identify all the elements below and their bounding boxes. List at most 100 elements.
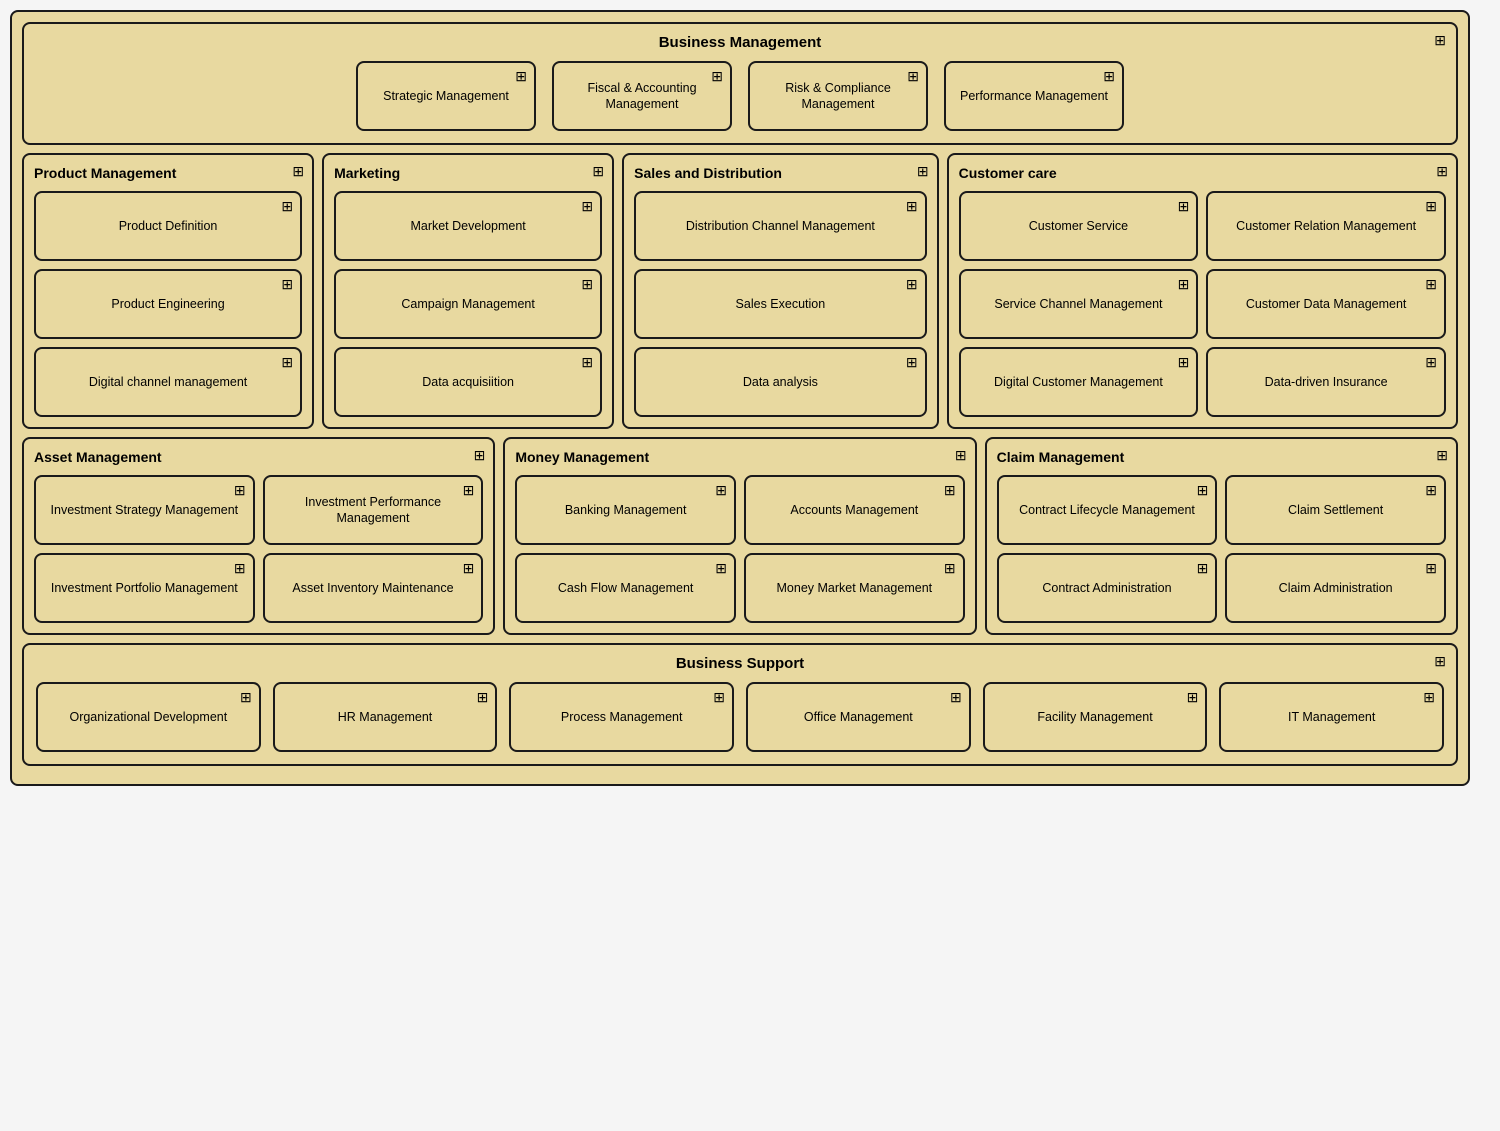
card-icon xyxy=(1103,68,1115,85)
card-icon xyxy=(1423,689,1435,706)
card-service-channel-mgmt[interactable]: Service Channel Management xyxy=(959,269,1199,339)
claim-management-title: Claim Management xyxy=(997,449,1446,465)
card-investment-performance-mgmt[interactable]: Investment Performance Management xyxy=(263,475,484,545)
business-support-title: Business Support xyxy=(36,655,1444,672)
card-investment-portfolio-mgmt[interactable]: Investment Portfolio Management xyxy=(34,553,255,623)
card-it-management[interactable]: IT Management xyxy=(1219,682,1444,752)
card-performance-mgmt[interactable]: Performance Management xyxy=(944,61,1124,131)
asset-management-title: Asset Management xyxy=(34,449,483,465)
card-product-definition[interactable]: Product Definition xyxy=(34,191,302,261)
money-management-title: Money Management xyxy=(515,449,964,465)
card-icon xyxy=(1178,198,1190,215)
card-icon xyxy=(906,354,918,371)
business-management-icon xyxy=(1434,32,1446,49)
card-icon xyxy=(944,560,956,577)
card-icon xyxy=(1197,482,1209,499)
customer-care-cards: Customer Service Customer Relation Manag… xyxy=(959,191,1446,417)
card-strategic-mgmt[interactable]: Strategic Management xyxy=(356,61,536,131)
business-management-title: Business Management xyxy=(36,34,1444,51)
card-money-market-mgmt[interactable]: Money Market Management xyxy=(744,553,965,623)
card-contract-administration[interactable]: Contract Administration xyxy=(997,553,1218,623)
customer-care-section: Customer care Customer Service Customer … xyxy=(947,153,1458,429)
bottom-mid-row: Asset Management Investment Strategy Man… xyxy=(22,437,1458,635)
money-mgmt-icon xyxy=(955,447,967,464)
card-icon xyxy=(234,482,246,499)
card-icon xyxy=(907,68,919,85)
business-support-section: Business Support Organizational Developm… xyxy=(22,643,1458,766)
card-icon xyxy=(463,560,475,577)
product-management-section: Product Management Product Definition Pr… xyxy=(22,153,314,429)
card-icon xyxy=(281,354,293,371)
card-risk-mgmt[interactable]: Risk & Compliance Management xyxy=(748,61,928,131)
card-icon xyxy=(1425,198,1437,215)
card-org-development[interactable]: Organizational Development xyxy=(36,682,261,752)
card-icon xyxy=(1425,560,1437,577)
business-support-cards: Organizational Development HR Management… xyxy=(36,682,1444,752)
card-icon xyxy=(281,276,293,293)
card-digital-channel-mgmt[interactable]: Digital channel management xyxy=(34,347,302,417)
card-facility-management[interactable]: Facility Management xyxy=(983,682,1208,752)
card-icon xyxy=(715,560,727,577)
card-icon xyxy=(1197,560,1209,577)
money-management-section: Money Management Banking Management Acco… xyxy=(503,437,976,635)
card-contract-lifecycle-mgmt[interactable]: Contract Lifecycle Management xyxy=(997,475,1218,545)
card-icon xyxy=(1425,482,1437,499)
card-process-management[interactable]: Process Management xyxy=(509,682,734,752)
card-icon xyxy=(581,198,593,215)
card-icon xyxy=(1425,276,1437,293)
business-support-icon xyxy=(1434,653,1446,670)
sales-cards: Distribution Channel Management Sales Ex… xyxy=(634,191,926,417)
card-hr-management[interactable]: HR Management xyxy=(273,682,498,752)
money-cards: Banking Management Accounts Management C… xyxy=(515,475,964,623)
card-market-development[interactable]: Market Development xyxy=(334,191,602,261)
product-cards: Product Definition Product Engineering D… xyxy=(34,191,302,417)
card-office-management[interactable]: Office Management xyxy=(746,682,971,752)
card-icon xyxy=(581,354,593,371)
card-icon xyxy=(240,689,252,706)
card-customer-service[interactable]: Customer Service xyxy=(959,191,1199,261)
claim-management-section: Claim Management Contract Lifecycle Mana… xyxy=(985,437,1458,635)
card-icon xyxy=(906,198,918,215)
customer-care-icon xyxy=(1436,163,1448,180)
card-banking-mgmt[interactable]: Banking Management xyxy=(515,475,736,545)
card-sales-execution[interactable]: Sales Execution xyxy=(634,269,926,339)
product-mgmt-icon xyxy=(292,163,304,180)
card-fiscal-mgmt[interactable]: Fiscal & Accounting Management xyxy=(552,61,732,131)
card-icon xyxy=(1187,689,1199,706)
card-accounts-mgmt[interactable]: Accounts Management xyxy=(744,475,965,545)
card-icon xyxy=(515,68,527,85)
product-management-title: Product Management xyxy=(34,165,302,181)
card-icon xyxy=(477,689,489,706)
card-customer-data-mgmt[interactable]: Customer Data Management xyxy=(1206,269,1446,339)
card-investment-strategy-mgmt[interactable]: Investment Strategy Management xyxy=(34,475,255,545)
card-claim-administration[interactable]: Claim Administration xyxy=(1225,553,1446,623)
claim-cards: Contract Lifecycle Management Claim Sett… xyxy=(997,475,1446,623)
card-icon xyxy=(944,482,956,499)
customer-care-title: Customer care xyxy=(959,165,1446,181)
card-data-driven-insurance[interactable]: Data-driven Insurance xyxy=(1206,347,1446,417)
card-icon xyxy=(463,482,475,499)
claim-mgmt-icon xyxy=(1436,447,1448,464)
card-icon xyxy=(715,482,727,499)
business-management-section: Business Management Strategic Management… xyxy=(22,22,1458,145)
card-data-acquisition[interactable]: Data acquisiition xyxy=(334,347,602,417)
sales-distribution-title: Sales and Distribution xyxy=(634,165,926,181)
card-icon xyxy=(234,560,246,577)
marketing-icon xyxy=(592,163,604,180)
main-wrapper: Business Management Strategic Management… xyxy=(10,10,1470,786)
card-asset-inventory-maintenance[interactable]: Asset Inventory Maintenance xyxy=(263,553,484,623)
card-distribution-channel[interactable]: Distribution Channel Management xyxy=(634,191,926,261)
card-icon xyxy=(713,689,725,706)
asset-mgmt-icon xyxy=(474,447,486,464)
card-icon xyxy=(711,68,723,85)
card-customer-relation-mgmt[interactable]: Customer Relation Management xyxy=(1206,191,1446,261)
card-digital-customer-mgmt[interactable]: Digital Customer Management xyxy=(959,347,1199,417)
card-campaign-mgmt[interactable]: Campaign Management xyxy=(334,269,602,339)
card-claim-settlement[interactable]: Claim Settlement xyxy=(1225,475,1446,545)
card-cash-flow-mgmt[interactable]: Cash Flow Management xyxy=(515,553,736,623)
card-data-analysis[interactable]: Data analysis xyxy=(634,347,926,417)
middle-row: Product Management Product Definition Pr… xyxy=(22,153,1458,429)
card-icon xyxy=(906,276,918,293)
card-product-engineering[interactable]: Product Engineering xyxy=(34,269,302,339)
sales-icon xyxy=(917,163,929,180)
